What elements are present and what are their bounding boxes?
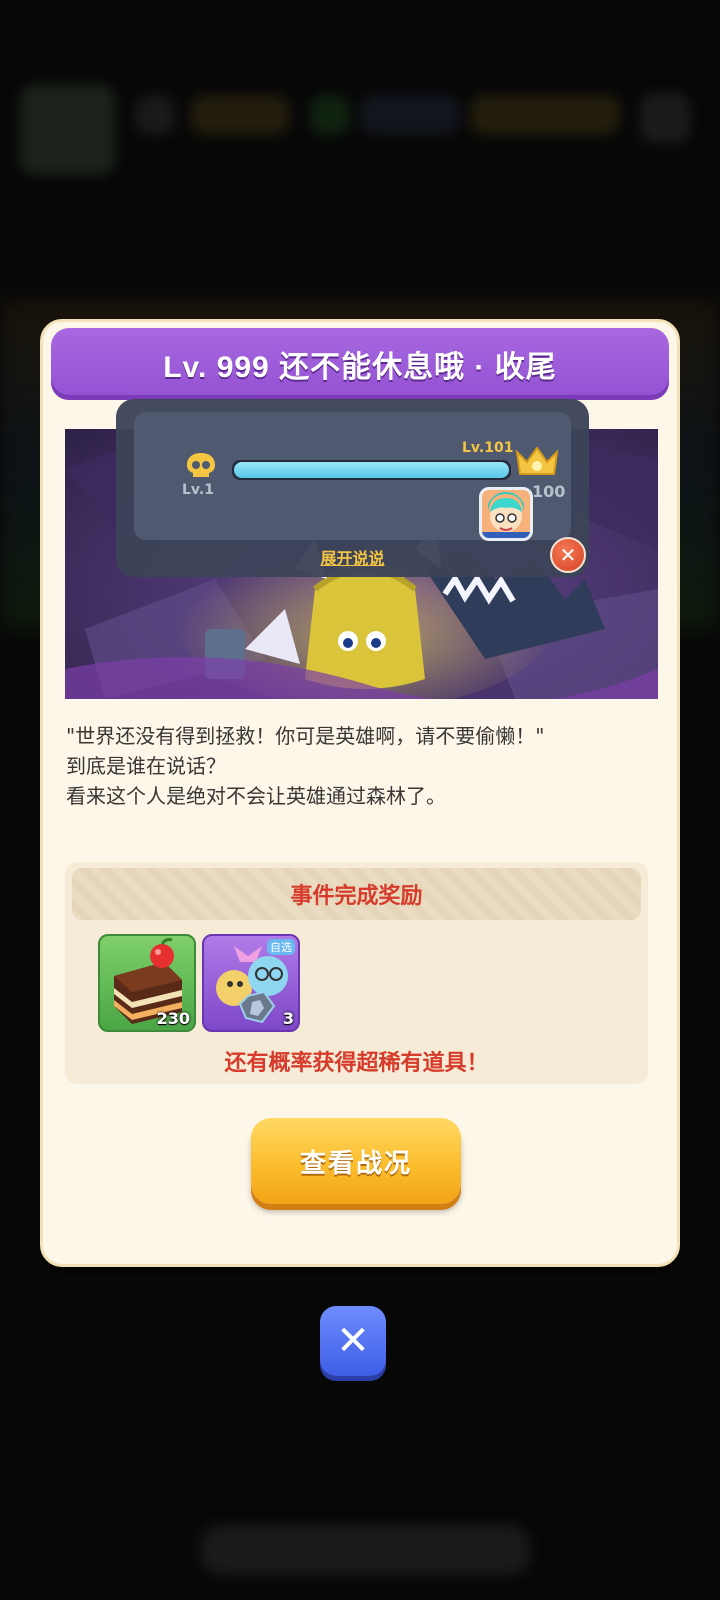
min-level-label: Lv.1 [182, 482, 214, 498]
current-level-label: Lv.101 [462, 440, 514, 456]
background-hud [20, 85, 700, 175]
story-line: 到底是谁在说话？ [66, 754, 226, 778]
crown-icon [515, 446, 559, 475]
story-line: "世界还没有得到拯救！你可是英雄啊，请不要偷懒！" [66, 724, 545, 748]
level-progress-popup: Lv.1 Lv.101 100 展开说说 ✕ [116, 399, 589, 577]
story-text: "世界还没有得到拯救！你可是英雄啊，请不要偷懒！" 到底是谁在说话？ 看来这个人… [66, 721, 666, 811]
hero-avatar [479, 487, 533, 541]
dialog-title: Lv. 999 还不能休息哦 · 收尾 [163, 351, 557, 384]
optional-tag: 自选 [267, 939, 295, 955]
expand-story-link[interactable]: 展开说说 [116, 545, 589, 569]
dialog-title-bar: Lv. 999 还不能休息哦 · 收尾 [51, 328, 669, 400]
background-bottom-bar [200, 1525, 530, 1575]
reward-item-hero-pack[interactable]: 自选 3 [202, 934, 300, 1032]
level-progress-fill [234, 462, 509, 478]
reward-item-cake[interactable]: 230 [98, 934, 196, 1032]
reward-quantity: 230 [156, 1009, 190, 1028]
rare-item-note: 还有概率获得超稀有道具！ [224, 1051, 489, 1076]
view-battle-label: 查看战况 [299, 1148, 412, 1179]
reward-quantity: 3 [282, 1009, 294, 1028]
view-battle-button[interactable]: 查看战况 [251, 1118, 461, 1204]
story-line: 看来这个人是绝对不会让英雄通过森林了。 [66, 784, 446, 808]
reward-panel: 事件完成奖励 230 自选 3 还有概率获得超稀有道具！ [65, 862, 648, 1084]
reward-title: 事件完成奖励 [72, 868, 641, 920]
hero-avatar-icon [482, 490, 530, 538]
dialog-close-button[interactable]: ✕ [320, 1306, 386, 1376]
close-icon: ✕ [559, 543, 577, 567]
skull-icon [187, 453, 215, 477]
level-progress-panel: Lv.1 Lv.101 100 [134, 412, 571, 541]
level-progress-bar [232, 460, 511, 480]
close-icon: ✕ [336, 1318, 370, 1364]
max-level-label: 100 [532, 482, 566, 501]
popup-close-button[interactable]: ✕ [550, 537, 586, 573]
